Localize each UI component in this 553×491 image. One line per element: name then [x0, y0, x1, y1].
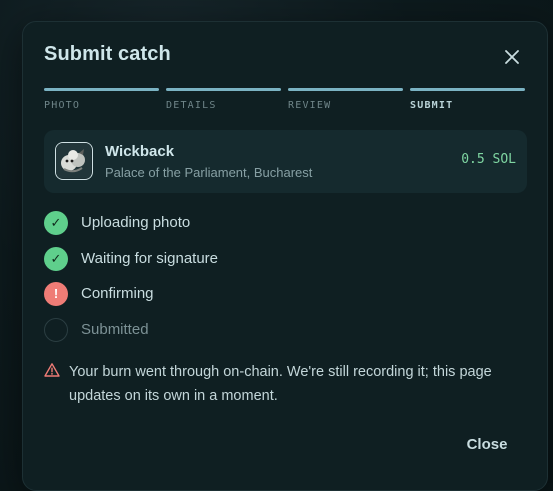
step-details-bar	[166, 88, 281, 91]
catch-name: Wickback	[105, 143, 175, 160]
step-submit-label: SUBMIT	[410, 100, 454, 111]
pending-circle-icon	[44, 317, 68, 342]
error-icon: !	[44, 282, 68, 306]
check-icon: ✓	[44, 211, 68, 235]
step-photo: PHOTO	[44, 88, 159, 111]
catch-location: Palace of the Parliament, Bucharest	[105, 165, 313, 180]
status-label: Waiting for signature	[81, 249, 219, 267]
status-submitted: Submitted	[44, 317, 524, 354]
submit-catch-dialog: Submit catch PHOTO DETAILS REVIEW SUBMIT	[22, 21, 548, 491]
step-submit: SUBMIT	[410, 88, 525, 111]
warning-triangle-icon	[44, 362, 60, 378]
status-waiting-signature: ✓ Waiting for signature	[44, 246, 524, 283]
status-label: Confirming	[81, 285, 154, 302]
step-review-bar	[288, 88, 403, 91]
step-review: REVIEW	[288, 88, 403, 111]
close-button[interactable]: Close	[457, 432, 517, 458]
check-icon: ✓	[44, 246, 68, 271]
catch-amount: 0.5 SOL	[461, 152, 516, 167]
catch-thumbnail	[55, 142, 93, 180]
status-label: Uploading photo	[81, 214, 191, 231]
step-photo-bar	[44, 88, 159, 91]
close-icon[interactable]	[501, 46, 523, 68]
catch-summary-card: Wickback Palace of the Parliament, Bucha…	[44, 130, 527, 193]
step-review-label: REVIEW	[288, 100, 332, 111]
progress-status-list: ✓ Uploading photo ✓ Waiting for signatur…	[44, 211, 524, 353]
stepper: PHOTO DETAILS REVIEW SUBMIT	[44, 88, 528, 118]
step-submit-bar	[410, 88, 525, 91]
status-confirming: ! Confirming	[44, 282, 524, 318]
status-label: Submitted	[81, 320, 149, 338]
step-details-label: DETAILS	[166, 100, 217, 111]
status-uploading-photo: ✓ Uploading photo	[44, 211, 524, 247]
notice-message: Your burn went through on-chain. We're s…	[69, 364, 492, 404]
step-photo-label: PHOTO	[44, 100, 81, 111]
step-details: DETAILS	[166, 88, 281, 111]
dialog-title: Submit catch	[44, 43, 171, 65]
